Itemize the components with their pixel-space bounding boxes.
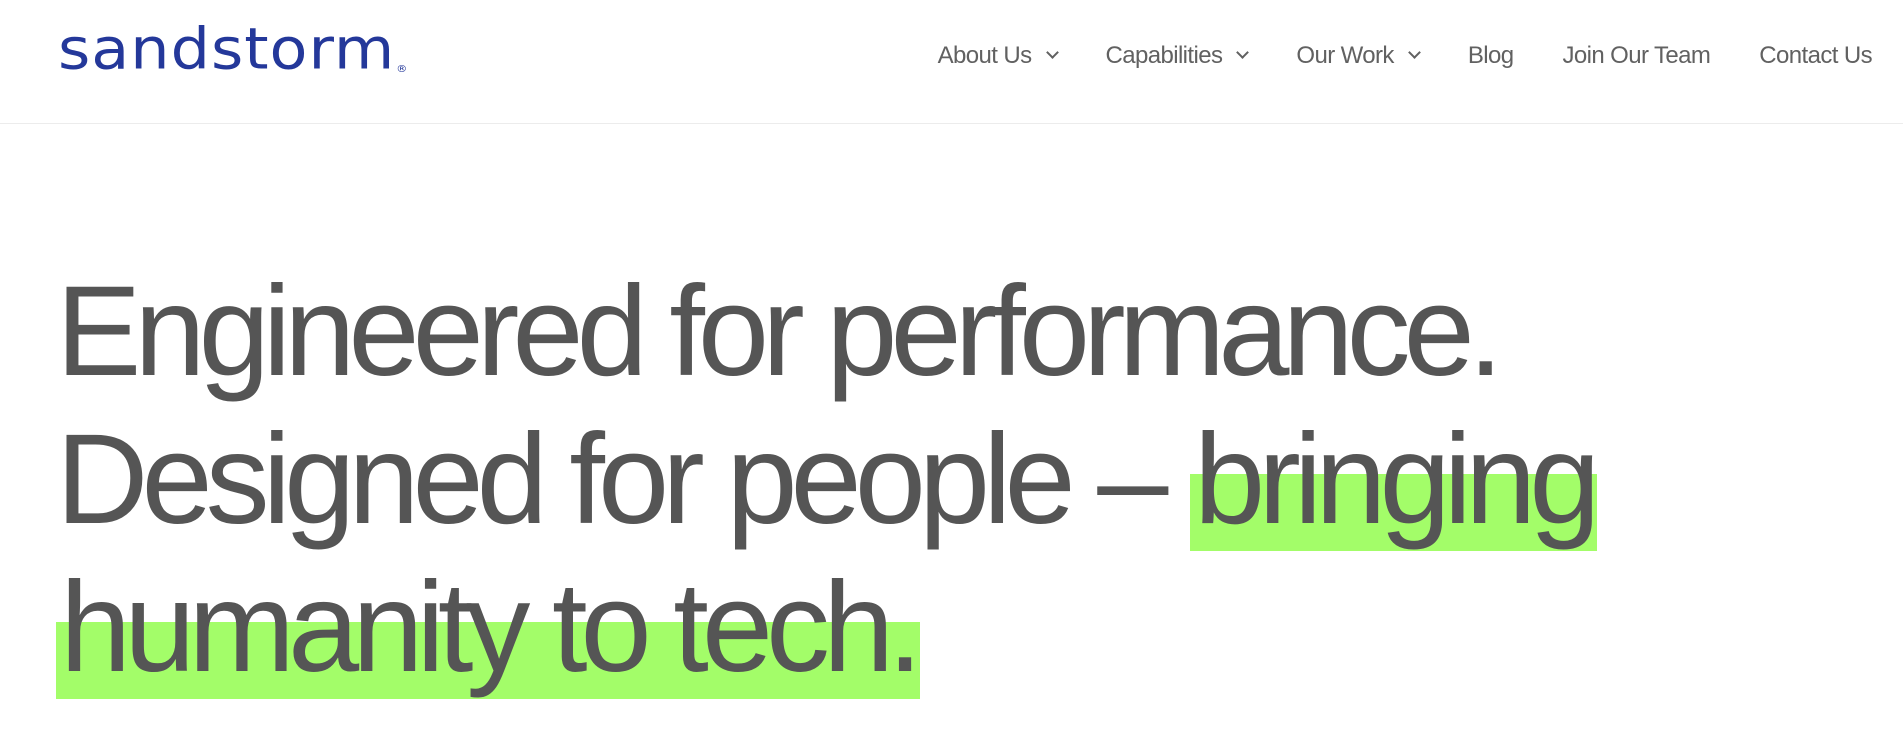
- hero-line-2: Designed for people – bringing: [56, 406, 1600, 554]
- chevron-down-icon: [1045, 45, 1059, 59]
- main-nav: About Us Capabilities Our Work Blog Join…: [937, 36, 1873, 76]
- nav-item-label: Join Our Team: [1562, 42, 1711, 69]
- logo-text: sandstorm: [58, 14, 396, 83]
- hero-line-1: Engineered for performance.: [56, 260, 1503, 403]
- site-header: sandstorm® About Us Capabilities Our Wor…: [0, 0, 1903, 124]
- nav-item-capabilities[interactable]: Capabilities: [1105, 42, 1250, 70]
- chevron-down-icon: [1407, 45, 1421, 59]
- nav-item-blog[interactable]: Blog: [1468, 42, 1514, 70]
- nav-item-label: Blog: [1467, 42, 1514, 69]
- nav-item-label: Capabilities: [1105, 42, 1223, 69]
- hero-highlight-humanity: humanity to tech.: [56, 556, 923, 699]
- nav-item-label: About Us: [937, 42, 1033, 69]
- registered-mark: ®: [396, 62, 409, 75]
- hero-headline: Engineered for performance. Designed for…: [56, 258, 1600, 702]
- chevron-down-icon: [1236, 45, 1250, 59]
- sandstorm-logo[interactable]: sandstorm®: [58, 8, 408, 91]
- hero-line-2-text: Designed for people –: [56, 408, 1190, 551]
- nav-item-label: Our Work: [1296, 42, 1394, 69]
- hero-highlight-bringing: bringing: [1190, 408, 1600, 551]
- hero-line-3: humanity to tech.: [56, 554, 1597, 702]
- nav-item-our-work[interactable]: Our Work: [1296, 42, 1421, 70]
- nav-item-join-our-team[interactable]: Join Our Team: [1562, 42, 1710, 70]
- nav-item-contact-us[interactable]: Contact Us: [1759, 42, 1872, 70]
- nav-item-label: Contact Us: [1759, 42, 1872, 69]
- nav-item-about-us[interactable]: About Us: [937, 42, 1059, 70]
